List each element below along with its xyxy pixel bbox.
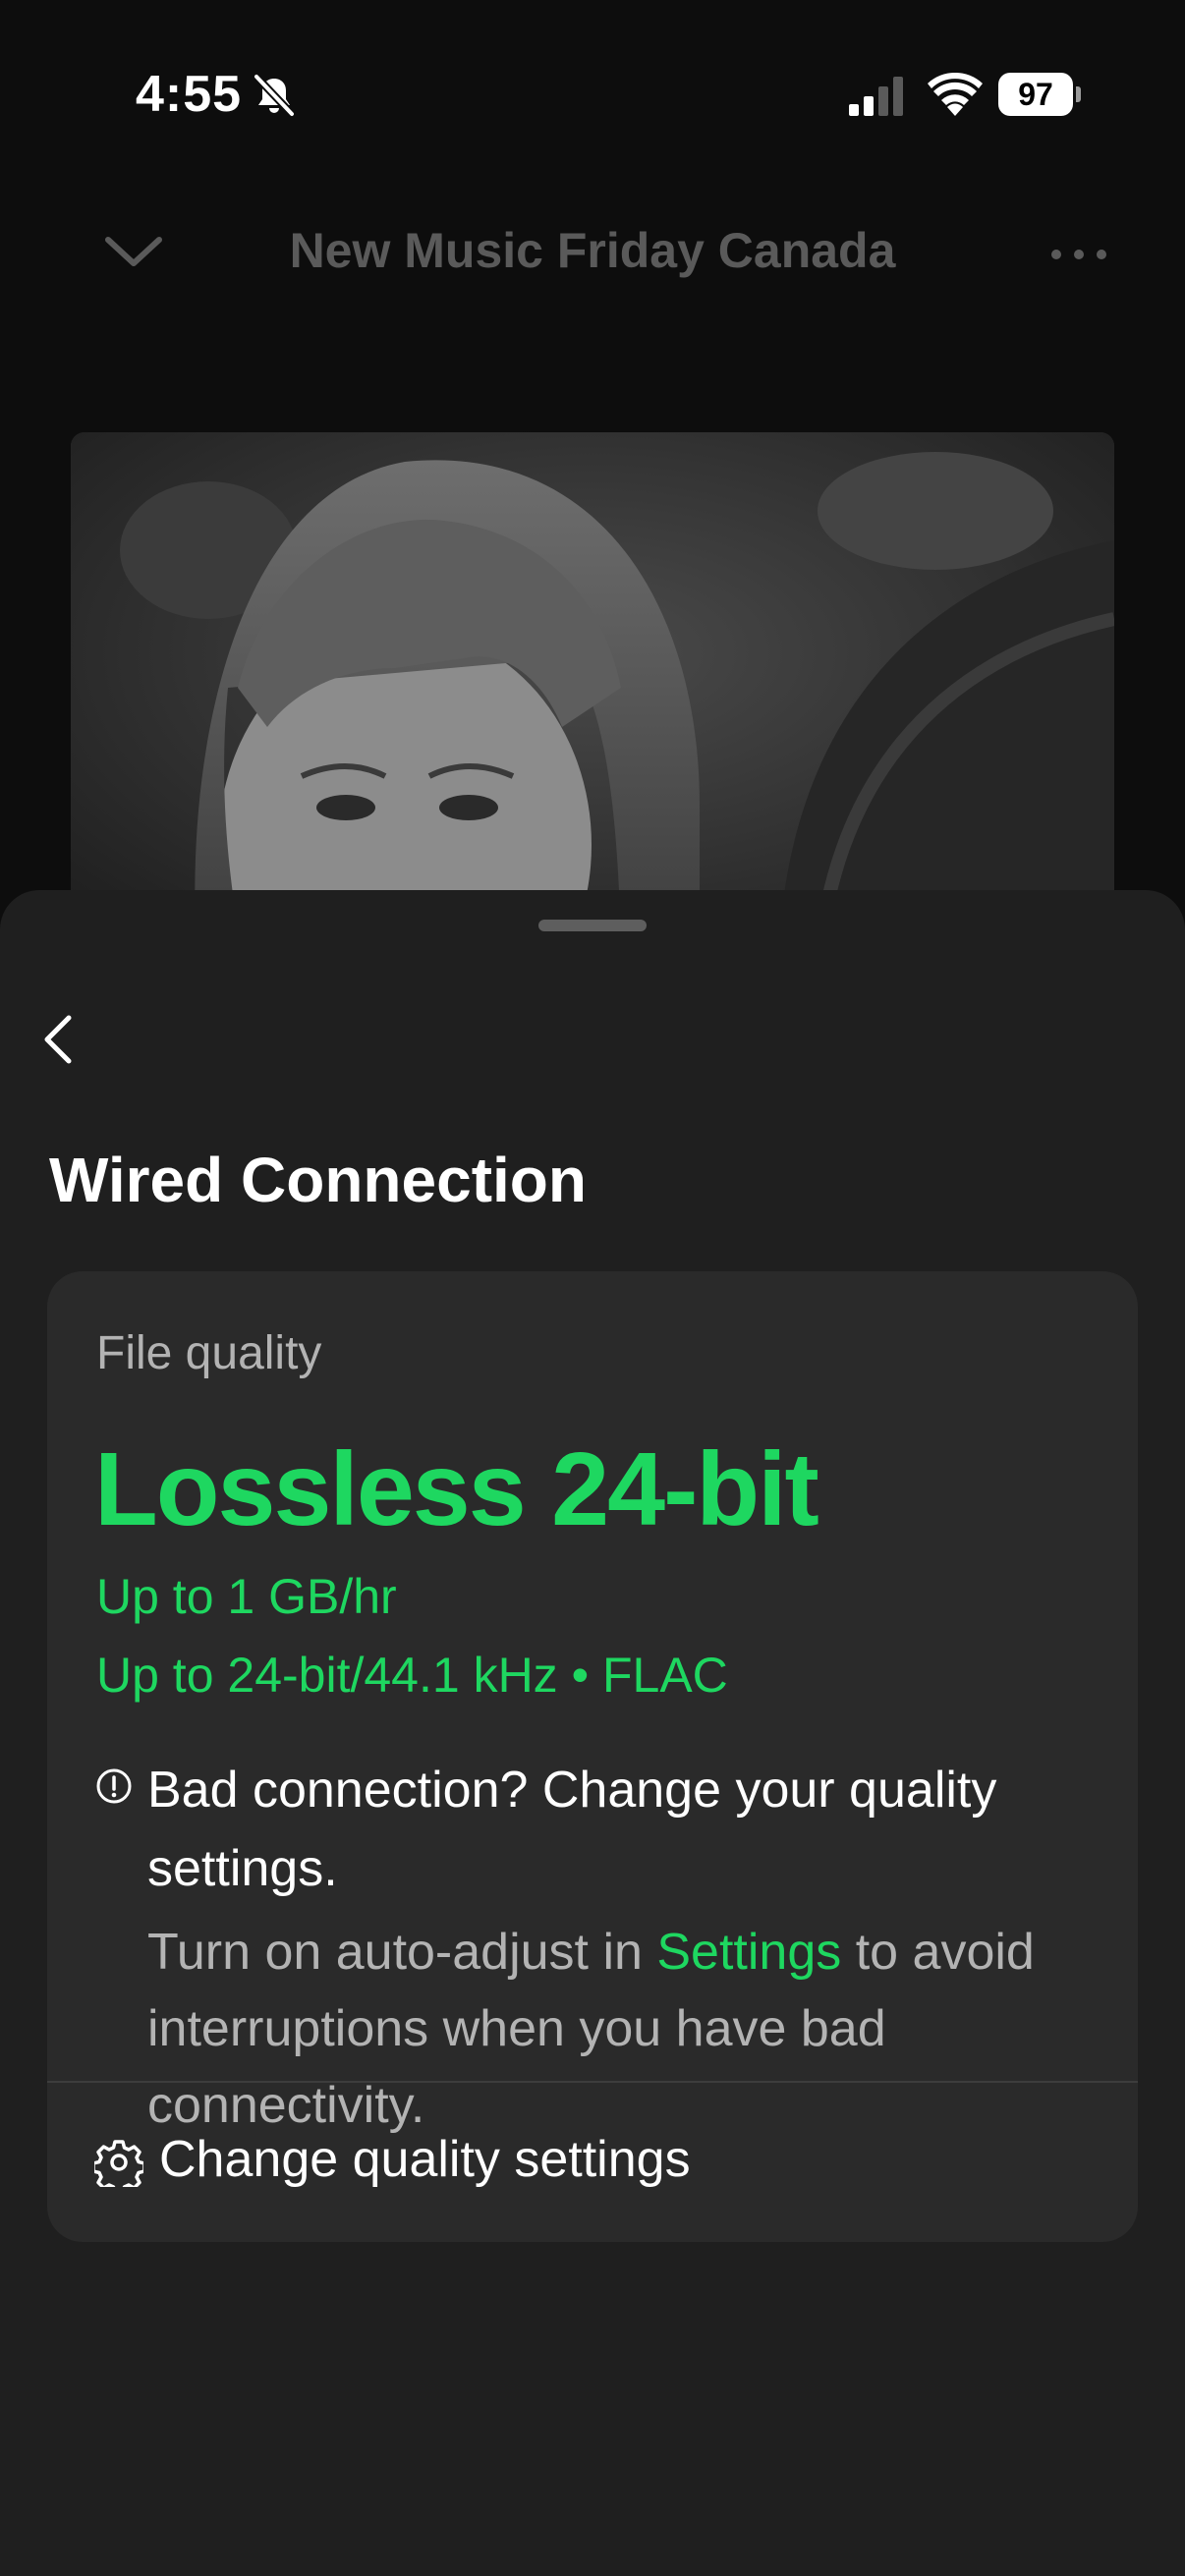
battery-icon: 97 bbox=[998, 73, 1081, 118]
quality-detail-size: Up to 1 GB/hr bbox=[96, 1569, 397, 1624]
bell-slash-icon bbox=[254, 74, 295, 117]
now-playing-screen: 4:55 97 New Music Friday Canada Wired Co… bbox=[0, 0, 1185, 2576]
playlist-title: New Music Friday Canada bbox=[289, 223, 896, 278]
status-bar: 4:55 97 bbox=[0, 0, 1185, 196]
sheet-grabber[interactable] bbox=[538, 920, 647, 931]
file-quality-card: File quality Lossless 24-bit Up to 1 GB/… bbox=[47, 1271, 1138, 2242]
exclamation-circle-icon bbox=[96, 1768, 132, 1804]
status-time: 4:55 bbox=[136, 66, 243, 123]
wifi-icon bbox=[928, 73, 983, 116]
warning-body-text: Turn on auto-adjust in bbox=[147, 1924, 657, 1981]
change-quality-settings-button[interactable]: Change quality settings bbox=[47, 2083, 1138, 2242]
change-quality-settings-label: Change quality settings bbox=[159, 2131, 691, 2188]
settings-link[interactable]: Settings bbox=[656, 1924, 841, 1981]
cellular-signal-icon bbox=[849, 77, 903, 116]
sheet-title: Wired Connection bbox=[49, 1145, 587, 1215]
file-quality-label: File quality bbox=[96, 1327, 322, 1379]
gear-icon bbox=[94, 2140, 143, 2187]
battery-level: 97 bbox=[998, 73, 1073, 116]
quality-detail-format: Up to 24-bit/44.1 kHz • FLAC bbox=[96, 1648, 728, 1703]
quality-name: Lossless 24-bit bbox=[94, 1431, 819, 1547]
battery-cap bbox=[1076, 86, 1081, 102]
audio-quality-sheet: Wired Connection File quality Lossless 2… bbox=[0, 890, 1185, 2576]
more-icon[interactable] bbox=[1049, 248, 1108, 261]
warning-title: Bad connection? Change your quality sett… bbox=[147, 1762, 997, 1897]
chevron-left-icon[interactable] bbox=[29, 1008, 92, 1071]
